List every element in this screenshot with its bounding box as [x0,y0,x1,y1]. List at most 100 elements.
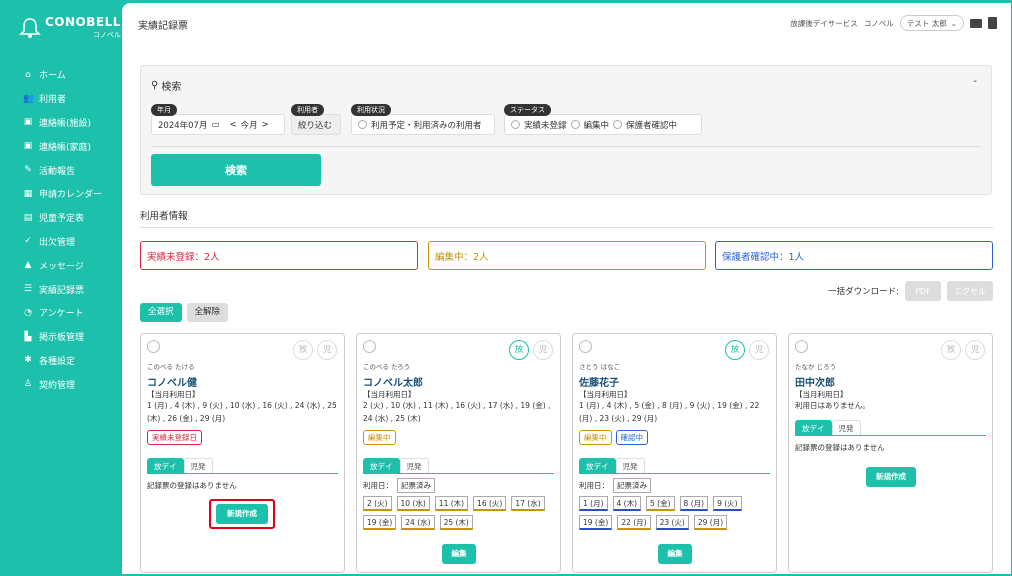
status-badges: 編集中 [363,430,396,445]
stat-editing[interactable]: 編集中：2人 [428,241,706,270]
create-record-button[interactable]: 新規作成 [216,504,268,524]
usage-option[interactable]: 利用予定・利用済みの利用者 [351,114,495,135]
date-chip[interactable]: 10 (水) [396,496,430,511]
brand-logo[interactable]: CONOBELL コノベル [19,15,121,40]
search-submit-button[interactable]: 検索 [151,154,321,186]
toggle-afterschool[interactable]: 放 [293,340,313,360]
status-radio-unregistered[interactable] [511,120,520,129]
tab-child-dev[interactable]: 児発 [399,458,429,473]
date-chip[interactable]: 8 (月) [679,496,709,511]
toggle-child-dev[interactable]: 児 [533,340,553,360]
edit-button[interactable]: 編集 [658,544,692,564]
current-month-button[interactable]: 今月 [241,119,258,131]
sidebar-item-board[interactable]: ▙ 掲示板管理 [23,325,102,349]
search-header[interactable]: ⚲ 検索 [151,78,181,93]
date-chip[interactable]: 9 (火) [713,496,742,511]
sidebar-item-users[interactable]: 👥 利用者 [23,87,102,111]
manual-icon[interactable] [988,17,997,29]
user-menu[interactable]: テスト 太郎 ⌄ [899,15,964,31]
excel-download-button[interactable]: エクセル [947,281,993,301]
tab-child-dev[interactable]: 児発 [831,420,861,435]
date-chip[interactable]: 1 (月) [579,496,608,511]
date-chip[interactable]: 16 (火) [473,496,507,511]
search-panel: ⚲ 検索 - 年月 2024年07月 ▭ < 今月 > 利用者 絞り込む 利用状況… [140,65,992,195]
sidebar-item-label: 申請カレンダー [39,190,103,201]
pdf-download-button[interactable]: PDF [905,281,941,301]
date-chip[interactable]: 19 (金) [363,515,397,530]
status-option-label: 編集中 [583,120,610,131]
sidebar-item-schedule[interactable]: ▤ 児童予定表 [23,206,102,230]
sidebar-item-calendar[interactable]: ▦ 申請カレンダー [23,182,102,206]
status-badges: 実績未登録日 [147,430,202,445]
status-radio-confirming[interactable] [613,120,623,129]
date-chip[interactable]: 2 (火) [363,496,392,511]
next-month-button[interactable]: > [262,120,269,130]
edit-button[interactable]: 編集 [442,544,476,564]
board-icon: ▙ [24,331,32,342]
date-chip[interactable]: 24 (水) [401,515,435,530]
sidebar-item-home[interactable]: ⌂ ホーム [23,63,102,87]
user-name: テスト 太郎 [906,18,947,28]
toggle-afterschool[interactable]: 放 [941,340,961,360]
user-card: 放 児 たなか じろう 田中次郎 【当月利用日】 利用日はありません。 放デイ … [788,333,993,573]
toggle-afterschool[interactable]: 放 [509,340,529,360]
no-record-note: 記録票の登録はありません [147,481,237,490]
sidebar-item-contact-home[interactable]: ▣ 連絡帳(家庭) [23,134,102,158]
sidebar-item-survey[interactable]: ◔ アンケート [23,301,102,325]
tab-afterschool[interactable]: 放デイ [795,420,832,435]
sidebar-item-contract[interactable]: ♙ 契約管理 [23,372,102,396]
user-name[interactable]: コノベル健 [147,374,197,389]
card-checkbox[interactable] [147,340,160,353]
card-checkbox[interactable] [363,340,376,353]
sidebar-item-attendance[interactable]: ✓ 出欠管理 [23,230,102,254]
year-month-input[interactable]: 2024年07月 [158,119,207,131]
toggle-child-dev[interactable]: 児 [965,340,985,360]
toggle-child-dev[interactable]: 児 [749,340,769,360]
date-chip[interactable]: 29 (月) [693,515,728,530]
collapse-button[interactable]: - [973,76,977,87]
date-chip[interactable]: 5 (金) [646,496,675,511]
sidebar-item-activity[interactable]: ✎ 活動報告 [23,158,102,182]
filter-users-button[interactable]: 絞り込む [291,114,341,135]
status-radio-editing[interactable] [570,120,580,129]
calendar-picker-icon[interactable]: ▭ [211,120,219,130]
usage-radio[interactable] [358,120,367,129]
sidebar-item-contact-facility[interactable]: ▣ 連絡帳(施設) [23,111,102,135]
sidebar-item-label: ホーム [39,71,66,82]
card-checkbox[interactable] [795,340,808,353]
user-name[interactable]: 佐藤花子 [579,374,619,389]
date-chip[interactable]: 4 (木) [612,496,642,511]
sidebar-item-settings[interactable]: ✱ 各種設定 [23,349,102,373]
user-name[interactable]: コノベル太郎 [363,374,423,389]
date-chip[interactable]: 23 (火) [655,515,689,530]
tab-child-dev[interactable]: 児発 [615,458,645,473]
sidebar-item-message[interactable]: ▲ メッセージ [23,253,102,277]
date-chip[interactable]: 11 (木) [434,496,469,511]
select-all-button[interactable]: 全選択 [140,303,182,322]
date-chip[interactable]: 22 (月) [617,515,651,530]
report-icon: ✎ [24,165,32,176]
stat-unregistered[interactable]: 実績未登録：2人 [140,241,418,270]
sidebar-item-records[interactable]: ☰ 実績記録票 [23,277,102,301]
status-option-label: 実績未登録 [524,120,567,131]
user-kana: さとう はなこ [579,363,621,371]
create-record-button[interactable]: 新規作成 [866,467,916,487]
mail-icon[interactable] [970,18,982,28]
clear-all-button[interactable]: 全解除 [186,303,229,322]
no-record-note: 記録票の登録はありません [795,443,885,452]
user-name[interactable]: 田中次郎 [795,374,835,389]
card-checkbox[interactable] [579,340,592,353]
tab-afterschool[interactable]: 放デイ [147,458,184,473]
usage-date-label: 利用日： [363,481,393,490]
toggle-child-dev[interactable]: 児 [317,340,337,360]
prev-month-button[interactable]: < [229,120,236,130]
toggle-afterschool[interactable]: 放 [725,340,745,360]
tab-afterschool[interactable]: 放デイ [363,458,400,473]
tab-afterschool[interactable]: 放デイ [579,458,616,473]
date-chip[interactable]: 25 (木) [439,515,473,530]
date-chip[interactable]: 17 (水) [511,496,545,511]
tab-child-dev[interactable]: 児発 [183,458,213,473]
date-chip[interactable]: 19 (金) [579,515,613,530]
year-month-label: 年月 [151,104,177,116]
stat-confirming[interactable]: 保護者確認中：1人 [715,241,993,270]
